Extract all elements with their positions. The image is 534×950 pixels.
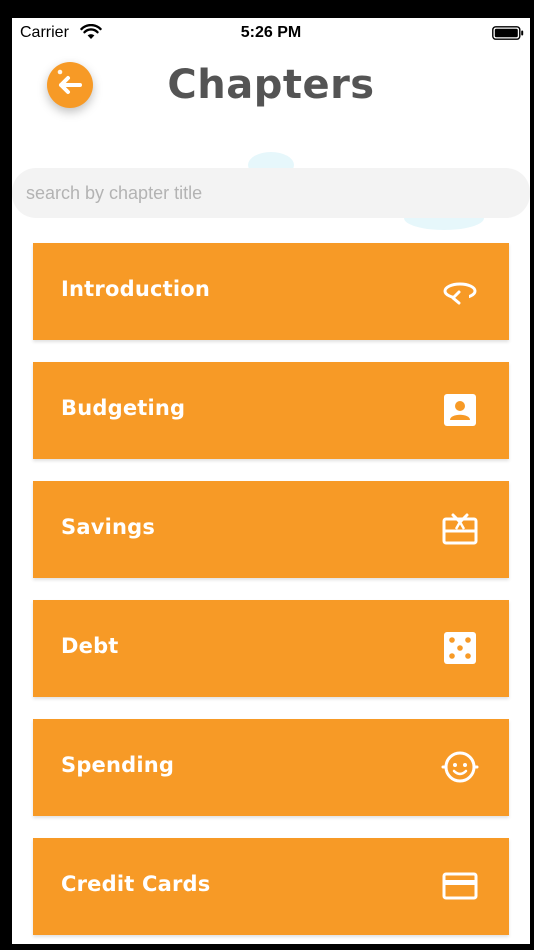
search-input[interactable] [12, 168, 530, 218]
chapter-label: Spending [61, 753, 175, 777]
chapter-item-budgeting[interactable]: Budgeting [33, 362, 509, 459]
app-screen: Carrier 5:26 PM Chapters Introduction [12, 18, 530, 944]
chapter-item-credit-cards[interactable]: Credit Cards [33, 838, 509, 935]
chapter-item-savings[interactable]: Savings [33, 481, 509, 578]
credit-card-icon [442, 872, 478, 900]
gift-card-icon [442, 513, 478, 545]
dice-icon [444, 632, 476, 664]
chapter-label: Debt [61, 634, 119, 658]
rotate-icon [443, 282, 477, 305]
status-bar: Carrier 5:26 PM [12, 18, 530, 48]
chapter-label: Credit Cards [61, 872, 211, 896]
child-face-icon [441, 751, 479, 783]
chapter-label: Savings [61, 515, 156, 539]
chapter-item-introduction[interactable]: Introduction [33, 243, 509, 340]
contact-card-icon [444, 394, 476, 426]
chapter-item-debt[interactable]: Debt [33, 600, 509, 697]
chapter-label: Introduction [61, 277, 211, 301]
chapter-item-spending[interactable]: Spending [33, 719, 509, 816]
chapter-label: Budgeting [61, 396, 186, 420]
page-title: Chapters [167, 62, 375, 108]
battery-icon [492, 26, 524, 40]
status-time: 5:26 PM [240, 24, 302, 41]
